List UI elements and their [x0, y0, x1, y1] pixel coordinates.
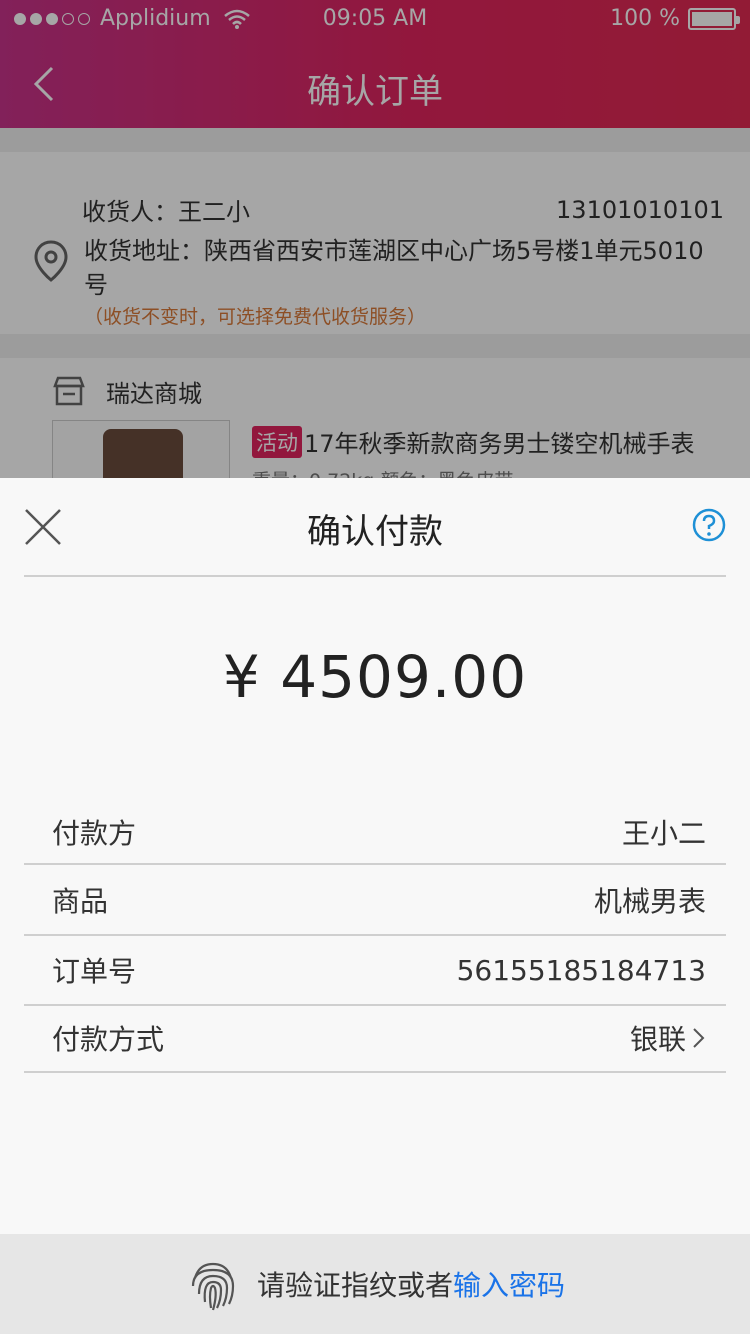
row-value: 机械男表 [593, 885, 706, 918]
divider [24, 575, 726, 577]
row-label: 付款方 [52, 817, 137, 850]
chevron-right-icon [693, 1028, 705, 1048]
row-value: 王小二 [621, 817, 706, 850]
payment-amount: ¥ 4509.00 [222, 643, 528, 711]
payment-method-value: 银联 [629, 1023, 686, 1056]
divider [24, 863, 726, 865]
row-payer: 付款方 王小二 [24, 798, 726, 866]
row-label: 订单号 [52, 955, 137, 988]
row-payment-method[interactable]: 付款方式 银联 [24, 1004, 726, 1072]
row-product: 商品 机械男表 [24, 866, 726, 934]
sheet-title: 确认付款 [307, 512, 443, 552]
fingerprint-footer: 请验证指纹或者输入密码 [0, 1234, 750, 1334]
fingerprint-prompt: 请验证指纹或者 [256, 1269, 453, 1302]
divider [24, 1071, 726, 1073]
row-order-number: 订单号 56155185184713 [24, 936, 726, 1004]
row-label: 商品 [52, 885, 109, 918]
row-value[interactable]: 银联 [630, 1018, 726, 1058]
row-value: 56155185184713 [456, 953, 706, 987]
payment-sheet: 确认付款 ¥ 4509.00 付款方 王小二 商品 机械男表 订单号 56155… [0, 478, 750, 1334]
help-icon[interactable] [692, 508, 726, 542]
row-label: 付款方式 [52, 1023, 165, 1056]
enter-password-link[interactable]: 输入密码 [453, 1269, 565, 1302]
fingerprint-icon[interactable] [185, 1256, 241, 1312]
modal-overlay[interactable] [0, 0, 750, 478]
